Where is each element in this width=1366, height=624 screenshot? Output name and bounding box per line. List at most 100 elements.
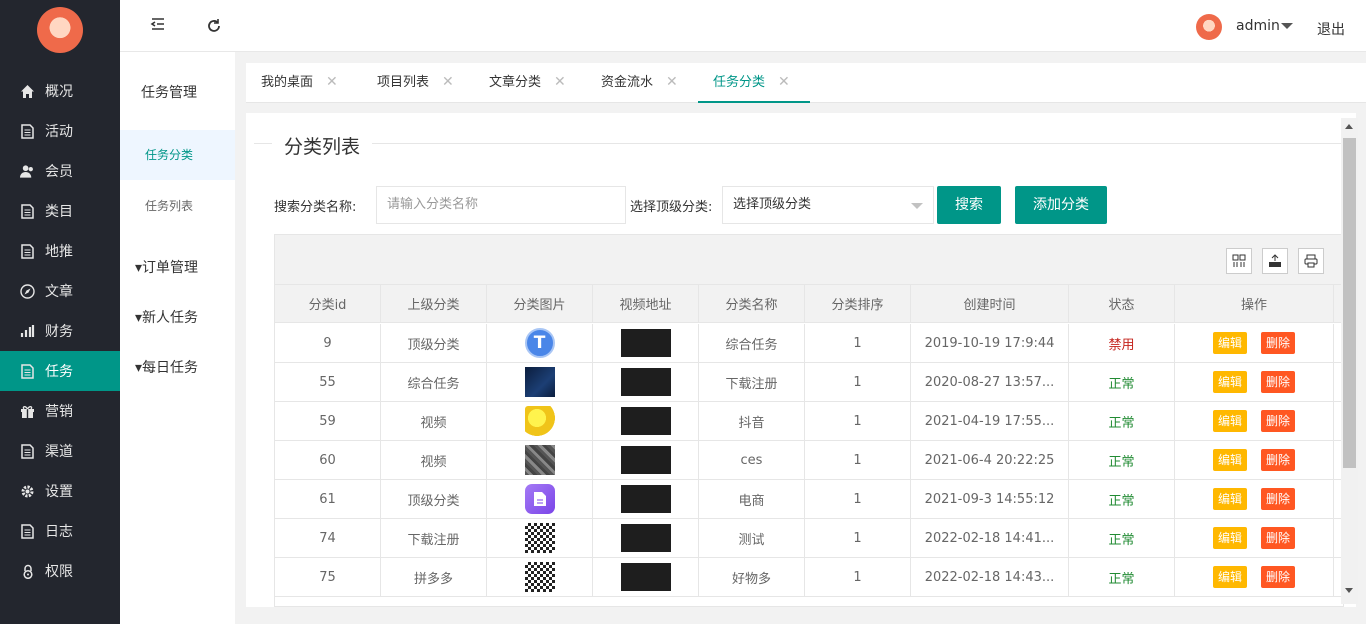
select-label: 选择顶级分类: xyxy=(630,200,713,215)
column-header[interactable]: 分类排序 xyxy=(805,285,911,322)
sidebar-item-11[interactable]: 日志 xyxy=(0,511,120,551)
delete-button[interactable]: 删除 xyxy=(1261,371,1295,393)
columns-icon[interactable] xyxy=(1226,248,1252,274)
refresh-icon[interactable] xyxy=(206,18,222,34)
status-badge: 正常 xyxy=(1108,376,1135,392)
table-cell: 综合任务 xyxy=(381,363,487,401)
logout-link[interactable]: 退出 xyxy=(1317,19,1345,39)
sidebar-item-6[interactable]: 财务 xyxy=(0,311,120,351)
delete-button[interactable]: 删除 xyxy=(1261,332,1295,354)
video-thumbnail[interactable] xyxy=(620,407,671,435)
delete-button[interactable]: 删除 xyxy=(1261,488,1295,510)
close-icon[interactable]: ✕ xyxy=(778,74,790,90)
status-badge: 正常 xyxy=(1108,415,1135,431)
table-cell: 正常 xyxy=(1069,519,1175,557)
sub-nav-group-newbie[interactable]: ▾新人任务 xyxy=(120,307,235,327)
sidebar-item-8[interactable]: 营销 xyxy=(0,391,120,431)
sub-nav-item-task-category[interactable]: 任务分类 xyxy=(120,130,235,180)
edit-button[interactable]: 编辑 xyxy=(1213,410,1247,432)
sidebar-item-5[interactable]: 文章 xyxy=(0,271,120,311)
edit-button[interactable]: 编辑 xyxy=(1213,527,1247,549)
column-header[interactable]: 分类图片 xyxy=(487,285,593,322)
sidebar-item-3[interactable]: 类目 xyxy=(0,191,120,231)
parent-category-select[interactable]: 选择顶级分类 xyxy=(722,186,934,224)
print-icon[interactable] xyxy=(1298,248,1324,274)
sub-nav-group-daily[interactable]: ▾每日任务 xyxy=(120,357,235,377)
add-category-button[interactable]: 添加分类 xyxy=(1015,186,1107,224)
delete-button[interactable]: 删除 xyxy=(1261,449,1295,471)
table-row: 61 顶级分类 电商 1 2021-09-3 14:55:12 正常 编辑 删除 xyxy=(275,480,1343,519)
sub-nav-item-task-list[interactable]: 任务列表 xyxy=(120,197,235,214)
search-input[interactable]: 请输入分类名称 xyxy=(376,186,626,224)
edit-button[interactable]: 编辑 xyxy=(1213,371,1247,393)
close-icon[interactable]: ✕ xyxy=(442,74,454,90)
close-icon[interactable]: ✕ xyxy=(326,74,338,90)
table-cell xyxy=(593,402,699,440)
table-cell: 74 xyxy=(275,519,381,557)
sidebar-item-10[interactable]: 设置 xyxy=(0,471,120,511)
table-cell: 好物多 xyxy=(699,558,805,596)
column-header[interactable]: 分类id xyxy=(275,285,381,322)
tab-4[interactable]: 任务分类 ✕ xyxy=(698,63,810,103)
table-cell: 综合任务 xyxy=(699,324,805,362)
edit-button[interactable]: 编辑 xyxy=(1213,566,1247,588)
tab-3[interactable]: 资金流水 ✕ xyxy=(586,63,698,103)
column-header[interactable]: 分类名称 xyxy=(699,285,805,322)
table-cell xyxy=(593,441,699,479)
sidebar-item-1[interactable]: 活动 xyxy=(0,111,120,151)
table-cell: 测试 xyxy=(699,519,805,557)
column-header[interactable]: 创建时间 xyxy=(911,285,1069,322)
delete-button[interactable]: 删除 xyxy=(1261,566,1295,588)
table-cell: 拼多多 xyxy=(381,558,487,596)
sidebar-item-0[interactable]: 概况 xyxy=(0,71,120,111)
video-thumbnail[interactable] xyxy=(620,368,671,396)
sidebar-item-7[interactable]: 任务 xyxy=(0,351,120,391)
content-scrollbar[interactable] xyxy=(1341,118,1358,604)
dark-app-thumbnail xyxy=(524,367,555,397)
video-thumbnail[interactable] xyxy=(620,524,671,552)
delete-button[interactable]: 删除 xyxy=(1261,527,1295,549)
video-thumbnail[interactable] xyxy=(620,329,671,357)
sidebar-item-9[interactable]: 渠道 xyxy=(0,431,120,471)
video-thumbnail[interactable] xyxy=(620,446,671,474)
edit-button[interactable]: 编辑 xyxy=(1213,332,1247,354)
scroll-down-icon[interactable] xyxy=(1345,588,1353,593)
column-header[interactable]: 操作 xyxy=(1175,285,1334,322)
column-header[interactable]: 状态 xyxy=(1069,285,1175,322)
sidebar-item-label: 设置 xyxy=(45,484,73,500)
chevron-down-icon[interactable] xyxy=(1281,23,1293,29)
export-icon[interactable] xyxy=(1262,248,1288,274)
table-cell xyxy=(487,519,593,557)
scrollbar-thumb[interactable] xyxy=(1343,138,1356,468)
delete-button[interactable]: 删除 xyxy=(1261,410,1295,432)
table-cell: 视频 xyxy=(381,402,487,440)
tab-label: 项目列表 xyxy=(377,75,430,90)
tab-0[interactable]: 我的桌面 ✕ xyxy=(246,63,358,103)
sub-nav-group-orders[interactable]: ▾订单管理 xyxy=(120,257,235,277)
table-cell: 禁用 xyxy=(1069,324,1175,362)
document-icon xyxy=(20,203,35,219)
tab-2[interactable]: 文章分类 ✕ xyxy=(474,63,586,103)
gear-icon xyxy=(20,484,35,499)
user-name[interactable]: admin xyxy=(1236,18,1280,34)
video-thumbnail[interactable] xyxy=(620,485,671,513)
user-avatar[interactable] xyxy=(1196,14,1222,40)
search-button[interactable]: 搜索 xyxy=(937,186,1001,224)
close-icon[interactable]: ✕ xyxy=(554,74,566,90)
edit-button[interactable]: 编辑 xyxy=(1213,449,1247,471)
scroll-up-icon[interactable] xyxy=(1345,124,1353,129)
table-cell: T xyxy=(487,324,593,362)
table-cell xyxy=(487,480,593,518)
column-header[interactable]: 上级分类 xyxy=(381,285,487,322)
sidebar-item-2[interactable]: 会员 xyxy=(0,151,120,191)
column-header[interactable]: 视频地址 xyxy=(593,285,699,322)
tab-1[interactable]: 项目列表 ✕ xyxy=(362,63,474,103)
status-badge: 正常 xyxy=(1108,532,1135,548)
menu-toggle-icon[interactable] xyxy=(150,16,166,32)
tab-label: 文章分类 xyxy=(489,75,542,90)
sidebar-item-12[interactable]: 权限 xyxy=(0,551,120,591)
close-icon[interactable]: ✕ xyxy=(666,74,678,90)
sidebar-item-4[interactable]: 地推 xyxy=(0,231,120,271)
video-thumbnail[interactable] xyxy=(620,563,671,591)
edit-button[interactable]: 编辑 xyxy=(1213,488,1247,510)
